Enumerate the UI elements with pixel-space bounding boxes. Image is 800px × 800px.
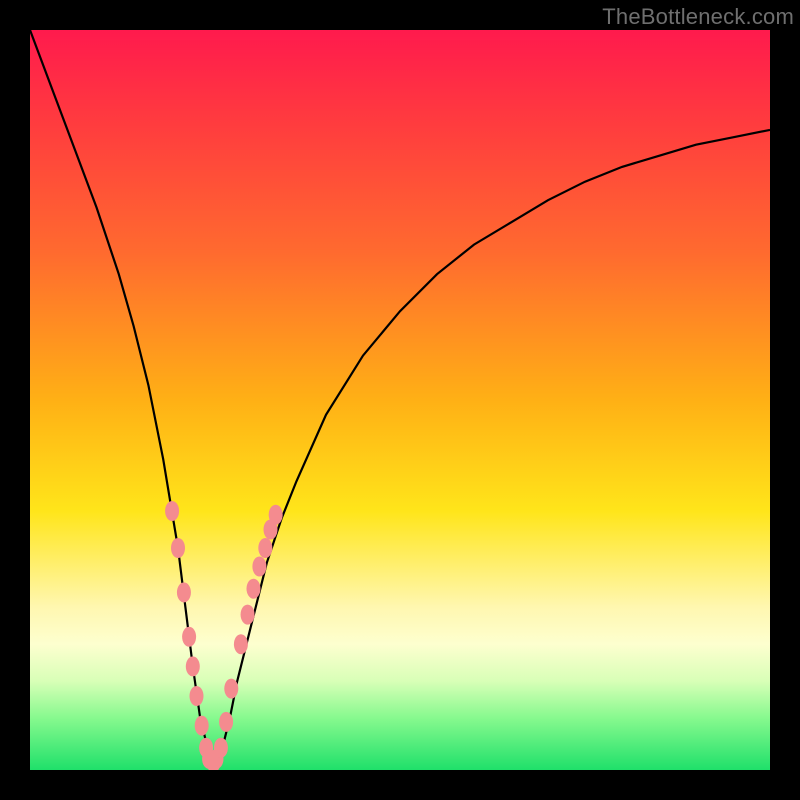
marker-point (269, 505, 283, 525)
marker-point (182, 627, 196, 647)
marker-point (219, 712, 233, 732)
marker-point (252, 557, 266, 577)
bottleneck-curve-svg (30, 30, 770, 770)
marker-point (165, 501, 179, 521)
marker-point (195, 716, 209, 736)
marker-point (177, 582, 191, 602)
marker-point (190, 686, 204, 706)
marker-point (214, 738, 228, 758)
marker-point (224, 679, 238, 699)
plot-area (30, 30, 770, 770)
marker-point (246, 579, 260, 599)
marker-point (234, 634, 248, 654)
bottleneck-curve-path (30, 30, 770, 763)
marker-group (165, 501, 283, 770)
marker-point (186, 656, 200, 676)
marker-point (258, 538, 272, 558)
chart-frame: TheBottleneck.com (0, 0, 800, 800)
marker-point (241, 605, 255, 625)
watermark-text: TheBottleneck.com (602, 4, 794, 30)
marker-point (171, 538, 185, 558)
